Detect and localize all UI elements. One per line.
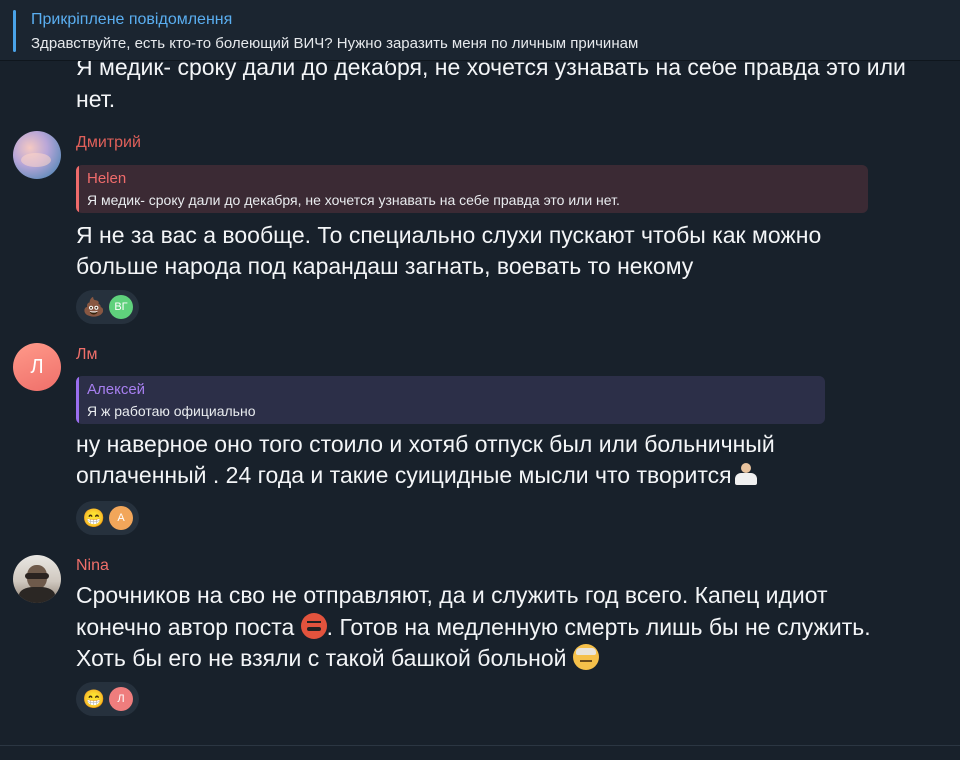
reply-accent-bar xyxy=(76,165,79,213)
message-text: конечно автор поста xyxy=(76,614,295,640)
pile-of-poo-icon: 💩 xyxy=(82,296,106,317)
message-text: Хоть бы его не взяли с такой башкой боль… xyxy=(76,645,567,671)
reply-quote[interactable]: Алексей Я ж работаю официально xyxy=(76,376,825,424)
person-shrugging-icon xyxy=(732,461,760,487)
face-with-head-bandage-icon xyxy=(572,644,599,670)
message-text-line-with-emoji: оплаченный . 24 года и такие суицидные м… xyxy=(76,460,760,490)
face-with-symbols-icon xyxy=(300,613,327,639)
grinning-face-icon: 😁 xyxy=(82,507,106,528)
reactor-avatar: А xyxy=(109,506,133,530)
message-text: . Готов на медленную смерть лишь бы не с… xyxy=(326,614,871,640)
message-text-line: Я не за вас а вообще. То специально слух… xyxy=(76,222,822,248)
pinned-title: Прикріплене повідомлення xyxy=(31,11,233,28)
message-text-line-with-emoji: конечно автор поста . Готов на медленную… xyxy=(76,612,871,642)
message-text-line-with-emoji: Хоть бы его не взяли с такой башкой боль… xyxy=(76,643,599,673)
avatar-glasses xyxy=(25,573,49,579)
reactor-avatar: ВГ xyxy=(109,295,133,319)
sender-name[interactable]: Nina xyxy=(76,557,109,575)
pinned-text: Здравствуйте, есть кто-то болеющий ВИЧ? … xyxy=(31,35,639,52)
reply-text: Я медик- сроку дали до декабря, не хочет… xyxy=(87,192,620,208)
grinning-face-icon: 😁 xyxy=(82,688,106,709)
sender-name[interactable]: Лм xyxy=(76,346,98,364)
message-text: оплаченный . 24 года и такие суицидные м… xyxy=(76,462,732,488)
message-text-line: больше народа под карандаш загнать, воев… xyxy=(76,253,694,279)
avatar-dmitriy[interactable] xyxy=(13,131,61,179)
reply-accent-bar xyxy=(76,376,79,424)
avatar-nina[interactable] xyxy=(13,555,61,603)
message-text-line: нет. xyxy=(76,86,116,112)
avatar-lm[interactable]: Л xyxy=(13,343,61,391)
message-text-line: Срочников на сво не отправляют, да и слу… xyxy=(76,582,828,608)
avatar-body xyxy=(19,587,55,603)
avatar-letter: Л xyxy=(30,355,44,378)
reply-quote[interactable]: Helen Я медик- сроку дали до декабря, не… xyxy=(76,165,868,213)
reply-author: Алексей xyxy=(87,381,146,398)
reactions-bar[interactable]: 😁 Л xyxy=(76,682,139,716)
reactor-avatar: Л xyxy=(109,687,133,711)
pinned-accent-bar xyxy=(13,10,16,52)
reactions-bar[interactable]: 💩 ВГ xyxy=(76,290,139,324)
divider xyxy=(0,745,960,746)
reply-author: Helen xyxy=(87,170,127,187)
reply-text: Я ж работаю официально xyxy=(87,403,256,419)
message-text-line: ну наверное оно того стоило и хотяб отпу… xyxy=(76,431,775,457)
reactions-bar[interactable]: 😁 А xyxy=(76,501,139,535)
sender-name[interactable]: Дмитрий xyxy=(76,134,141,152)
pinned-message-bar[interactable]: Прикріплене повідомлення Здравствуйте, е… xyxy=(0,0,960,61)
